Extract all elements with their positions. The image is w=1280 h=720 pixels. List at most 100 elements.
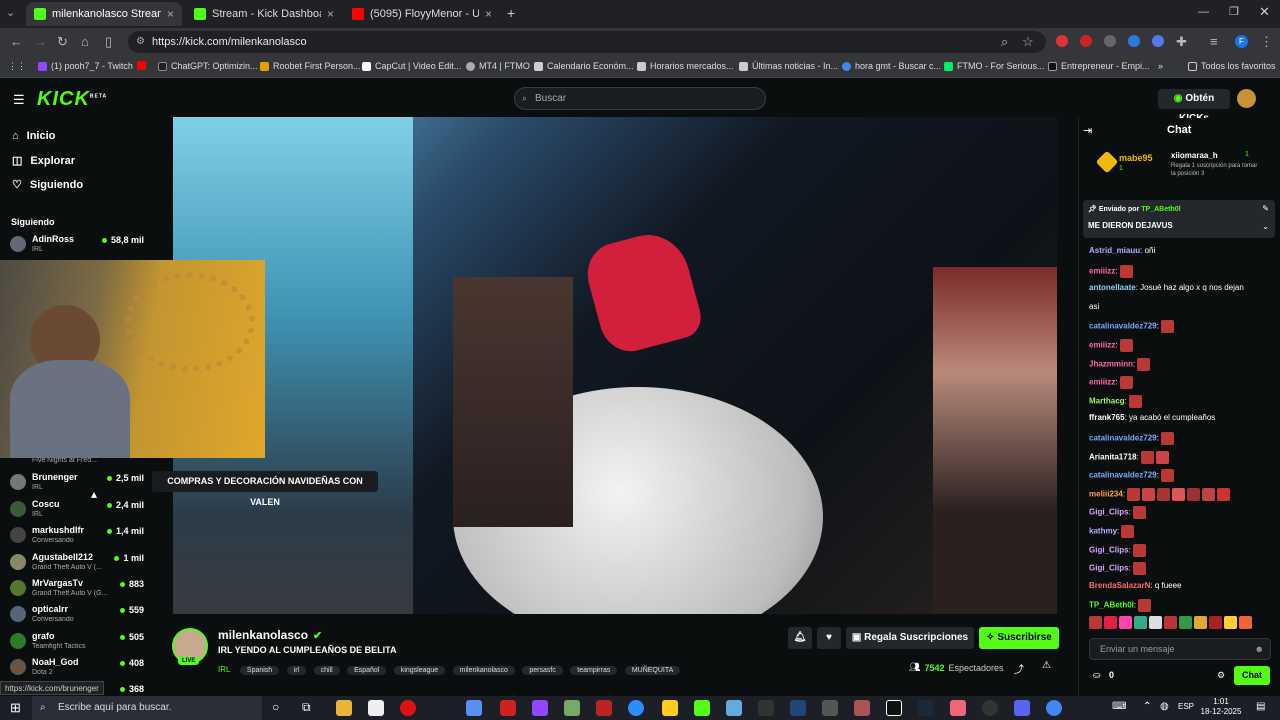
chat-message[interactable]: Marthacg: — [1089, 394, 1269, 408]
unpin-icon[interactable]: ✎ — [1262, 204, 1269, 213]
tag[interactable]: MUÑEQUITA — [624, 666, 681, 675]
all-bookmarks-folder[interactable]: Todos los favoritos — [1188, 61, 1276, 71]
chat-username[interactable]: Astrid_miauu — [1089, 246, 1140, 255]
forward-icon[interactable]: → — [34, 34, 47, 49]
emote-icon[interactable] — [1209, 616, 1222, 630]
emoji-icon[interactable]: ☻ — [1255, 639, 1264, 659]
chat-input[interactable]: Enviar un mensaje ☻ — [1089, 638, 1271, 660]
extension-icon[interactable] — [1128, 35, 1140, 47]
chat-username[interactable]: Gigi_Clips — [1089, 564, 1129, 573]
bookmark-item[interactable]: Últimas noticias - In... — [739, 61, 838, 71]
followed-channel[interactable]: opticalrr Conversando 559 — [10, 602, 148, 628]
chat-username[interactable]: TP_ABeth0l — [1089, 601, 1134, 610]
chat-message[interactable]: Gigi_Clips: — [1089, 543, 1269, 557]
chat-message[interactable]: emiiizz: — [1089, 376, 1269, 390]
followed-channel[interactable]: MrVargasTv Grand Theft Auto V (G... 883 — [10, 576, 148, 602]
emote-bar[interactable] — [1089, 614, 1271, 630]
bookmark-item[interactable]: ChatGPT: Optimizin... — [158, 61, 258, 71]
media-icon[interactable]: ≡ — [1210, 34, 1218, 49]
sidebar-item-siguiendo[interactable]: ♡ Siguiendo — [12, 178, 83, 192]
emote-icon[interactable] — [1164, 616, 1177, 630]
chevron-down-icon[interactable]: ⌄ — [1262, 222, 1269, 231]
tag[interactable]: Spanish — [239, 666, 280, 675]
chat-message[interactable]: emiiizz: — [1089, 264, 1269, 278]
chat-message[interactable]: Arianita1718: — [1089, 450, 1269, 464]
apps-icon[interactable]: ⋮⋮ — [8, 61, 26, 72]
app-icon[interactable] — [596, 700, 612, 716]
emote-icon[interactable] — [1119, 616, 1132, 630]
bookmark-item[interactable]: Calendario Económ... — [534, 61, 634, 71]
capcut-icon[interactable] — [758, 700, 774, 716]
followed-channel[interactable]: Agustabell212 Grand Theft Auto V (... 1 mi… — [10, 550, 148, 576]
emote-icon[interactable] — [1239, 616, 1252, 630]
chrome-icon[interactable] — [1046, 700, 1062, 716]
send-chat-button[interactable]: Chat — [1234, 666, 1270, 685]
app-icon[interactable] — [950, 700, 966, 716]
tab-youtube[interactable]: (5095) FloyyMenor - Un Star - Y × — [344, 2, 500, 26]
emote-icon[interactable] — [1224, 616, 1237, 630]
followed-channel[interactable]: NoaH_God Dota 2 408 — [10, 655, 148, 681]
chat-message[interactable]: Gigi_Clips: — [1089, 562, 1269, 576]
discord-icon[interactable] — [1014, 700, 1030, 716]
video-player[interactable] — [173, 117, 1057, 614]
app-icon[interactable] — [564, 700, 580, 716]
extension-icon[interactable] — [1152, 35, 1164, 47]
tag[interactable]: persasfc — [522, 666, 563, 675]
bookmark-item[interactable] — [137, 61, 146, 70]
taskbar-search-input[interactable]: ⌕ Escribe aquí para buscar. — [32, 696, 262, 720]
chat-username[interactable]: meliii234 — [1089, 489, 1123, 498]
zoom-app-icon[interactable] — [628, 700, 644, 716]
search-input[interactable]: ⌕ Buscar — [514, 87, 766, 110]
share-icon[interactable]: ⤴ — [1014, 661, 1024, 676]
tag[interactable]: Español — [347, 666, 387, 675]
chat-message[interactable]: meliii234: — [1089, 487, 1269, 501]
tiktok-icon[interactable] — [886, 700, 902, 716]
gift-subs-button[interactable]: ▣ Regala Suscripciones — [846, 627, 974, 649]
chat-username[interactable]: Jhazmminn — [1089, 359, 1133, 368]
app-icon[interactable] — [500, 700, 516, 716]
app-icon[interactable] — [662, 700, 678, 716]
extension-icon[interactable] — [1056, 35, 1068, 47]
followed-channel[interactable]: grafo Teamfight Tactics 505 — [10, 629, 148, 655]
chat-message[interactable]: kathmy: — [1089, 525, 1269, 538]
kick-logo[interactable]: KICKBETA — [37, 88, 107, 111]
chat-username[interactable]: Arianita1718 — [1089, 452, 1137, 461]
bookmark-item[interactable]: MT4 | FTMO — [466, 61, 530, 71]
report-icon[interactable]: ⚠ — [1042, 660, 1051, 671]
reload-icon[interactable]: ↻ — [57, 34, 68, 50]
app-icon[interactable] — [790, 700, 806, 716]
cortana-icon[interactable]: ○ — [272, 700, 279, 714]
chat-username[interactable]: antonellaate — [1089, 283, 1136, 292]
tag[interactable]: milenkanolasco — [452, 666, 515, 675]
chat-message[interactable]: catalinavaldez729: — [1089, 320, 1269, 334]
sidebar-item-explorar[interactable]: ◫ Explorar — [12, 154, 75, 168]
file-explorer-icon[interactable] — [336, 700, 352, 716]
opera-icon[interactable] — [400, 700, 416, 716]
chat-username[interactable]: ffrank765 — [1089, 413, 1125, 422]
emote-icon[interactable] — [1089, 616, 1102, 630]
back-icon[interactable]: ← — [10, 34, 23, 49]
category-link[interactable]: IRL — [218, 665, 230, 674]
bookmark-item[interactable]: Horarios mercados... — [637, 61, 734, 71]
user-avatar[interactable] — [1237, 89, 1256, 108]
chat-message[interactable]: asi — [1089, 302, 1269, 311]
pinned-message[interactable]: 📌︎ Enviado por TP_ABeth0l ME DIERON DEJA… — [1083, 200, 1275, 238]
app-icon[interactable] — [854, 700, 870, 716]
close-icon[interactable]: × — [167, 7, 174, 21]
obs-icon[interactable] — [982, 700, 998, 716]
chat-message[interactable]: ffrank765: ya acabó el cumpleaños — [1089, 413, 1269, 422]
profile-avatar[interactable]: F — [1235, 35, 1248, 48]
minimize-icon[interactable]: — — [1198, 6, 1209, 18]
chat-message[interactable]: catalinavaldez729: — [1089, 469, 1269, 483]
steam-icon[interactable] — [918, 700, 934, 716]
chat-username[interactable]: Marthacg — [1089, 396, 1125, 405]
notepad-icon[interactable] — [368, 700, 384, 716]
chat-message[interactable]: Astrid_miauu: oñi — [1089, 246, 1269, 255]
tag[interactable]: teampirras — [570, 666, 618, 675]
chat-message[interactable]: emiiizz: — [1089, 339, 1269, 352]
chat-message[interactable]: Gigi_Clips: — [1089, 506, 1269, 520]
emote-icon[interactable] — [1194, 616, 1207, 630]
url-input[interactable]: ⚙ https://kick.com/milenkanolasco — [128, 31, 1046, 53]
emote-icon[interactable] — [1134, 616, 1147, 630]
bookmark-item[interactable]: Roobet First Person... — [260, 61, 361, 71]
